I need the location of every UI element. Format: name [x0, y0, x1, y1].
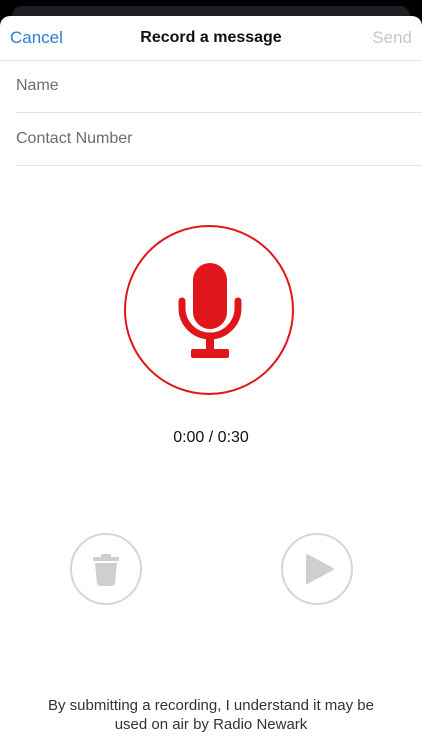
contact-number-input[interactable] — [16, 113, 406, 165]
disclaimer-line-2: used on air by Radio Newark — [114, 716, 308, 733]
record-message-sheet: Cancel Record a message Send 0:00 / 0:30… — [0, 16, 422, 750]
page-title: Record a message — [140, 29, 282, 46]
microphone-icon — [178, 263, 242, 358]
consent-disclaimer: By submitting a recording, I understand … — [10, 696, 412, 734]
navigation-bar: Cancel Record a message Send — [0, 16, 422, 61]
trash-icon — [93, 554, 119, 586]
play-recording-button[interactable] — [281, 533, 353, 605]
delete-recording-button[interactable] — [70, 533, 142, 605]
disclaimer-line-1: By submitting a recording, I understand … — [47, 697, 374, 714]
play-icon — [306, 554, 334, 584]
contact-field-row — [16, 113, 422, 166]
record-button[interactable] — [124, 225, 294, 395]
recording-timer: 0:00 / 0:30 — [173, 429, 249, 446]
name-input[interactable] — [16, 60, 406, 112]
send-button[interactable]: Send — [372, 28, 412, 48]
name-field-row — [16, 60, 422, 113]
